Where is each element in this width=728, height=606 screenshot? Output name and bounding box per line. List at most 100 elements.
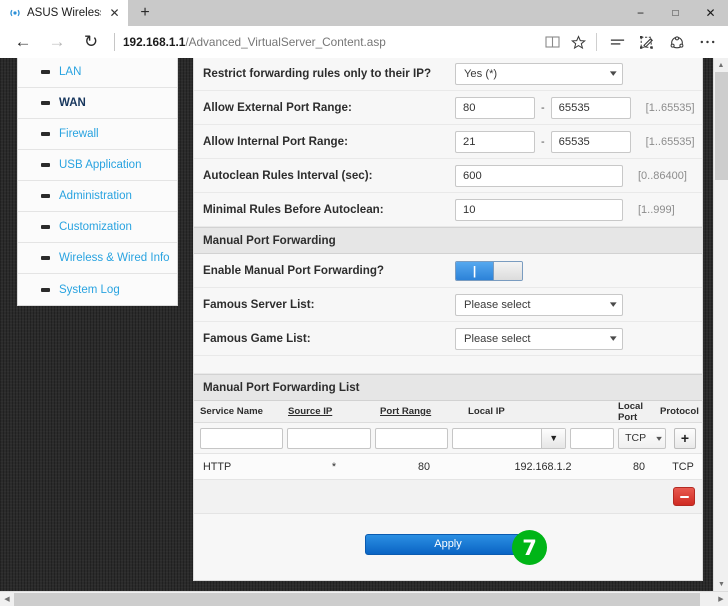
- column-local-ip: Local IP: [468, 406, 505, 417]
- page-horizontal-scrollbar[interactable]: ◀ ▶: [0, 591, 728, 606]
- favorites-star-icon[interactable]: [565, 27, 591, 57]
- sidebar-item-label: Customization: [59, 221, 132, 233]
- reading-view-icon[interactable]: [539, 27, 565, 57]
- sidebar-item-system-log[interactable]: System Log: [18, 274, 177, 305]
- external-port-range-label: Allow External Port Range:: [203, 101, 352, 114]
- section-spacer: [194, 356, 702, 374]
- toggle-on-side: |: [456, 261, 494, 280]
- window-controls: − □ ✕: [623, 0, 728, 26]
- step-callout-badge: 7: [512, 530, 547, 565]
- bullet-dash-icon: [41, 163, 50, 167]
- range-separator: -: [541, 135, 545, 148]
- external-port-to-input[interactable]: 65535: [550, 96, 631, 119]
- scroll-right-arrow-icon[interactable]: ▶: [714, 592, 728, 606]
- bullet-dash-icon: [41, 101, 50, 105]
- toggle-off-side: [494, 261, 522, 280]
- hub-icon[interactable]: [602, 27, 632, 57]
- sidebar-item-lan[interactable]: LAN: [18, 58, 177, 88]
- tab-close-icon[interactable]: ✕: [107, 6, 122, 21]
- tab-strip: ASUS Wireless Router - ✕ + − □ ✕: [0, 0, 728, 26]
- address-host: 192.168.1.1: [123, 35, 186, 49]
- famous-game-list-select[interactable]: Please select ▾: [455, 327, 623, 350]
- internal-port-from-input[interactable]: 21: [455, 130, 535, 153]
- scroll-left-arrow-icon[interactable]: ◀: [0, 592, 14, 606]
- address-divider: [114, 33, 115, 51]
- navigation-bar: ← → ↻ 192.168.1.1/Advanced_VirtualServer…: [0, 26, 728, 58]
- forward-icon[interactable]: →: [40, 27, 74, 57]
- window-close-button[interactable]: ✕: [693, 0, 728, 26]
- autoclean-interval-input[interactable]: 600: [455, 164, 623, 187]
- chevron-down-icon[interactable]: ▼: [541, 428, 566, 448]
- row-internal-port-range: Allow Internal Port Range: 21 - 65535 [1…: [194, 125, 702, 159]
- new-source-ip-input[interactable]: [286, 427, 371, 449]
- new-tab-button[interactable]: +: [128, 0, 162, 26]
- sidebar-item-label: LAN: [59, 66, 82, 78]
- scroll-up-arrow-icon[interactable]: ▲: [714, 58, 728, 72]
- chevron-down-icon: ▾: [656, 433, 662, 443]
- bullet-dash-icon: [41, 132, 50, 136]
- share-icon[interactable]: [662, 27, 692, 57]
- table-row[interactable]: HTTP * 80 192.168.1.2 80 TCP: [194, 454, 702, 480]
- apply-button[interactable]: Apply: [365, 533, 531, 555]
- column-source-ip: Source IP: [288, 406, 333, 417]
- row-external-port-range: Allow External Port Range: 80 - 65535 [1…: [194, 91, 702, 125]
- page-vertical-scrollbar[interactable]: ▲ ▼: [713, 58, 728, 591]
- manual-port-forwarding-list-header: Manual Port Forwarding List: [194, 374, 702, 401]
- row-restrict-forwarding: Restrict forwarding rules only to their …: [194, 58, 702, 91]
- autoclean-interval-label: Autoclean Rules Interval (sec):: [203, 169, 373, 182]
- sidebar-item-label: Wireless & Wired Info: [59, 252, 170, 264]
- tab-title: ASUS Wireless Router -: [27, 7, 101, 19]
- delete-rule-button[interactable]: [673, 487, 695, 506]
- bullet-dash-icon: [41, 287, 50, 292]
- web-notes-icon[interactable]: [632, 27, 662, 57]
- add-rule-button[interactable]: +: [674, 427, 696, 449]
- new-local-ip-input[interactable]: [453, 429, 541, 448]
- manual-port-forwarding-header: Manual Port Forwarding: [194, 227, 702, 254]
- sidebar-item-wan[interactable]: WAN: [18, 88, 177, 119]
- window-minimize-button[interactable]: −: [623, 0, 658, 26]
- sidebar-item-usb-application[interactable]: USB Application: [18, 150, 177, 181]
- restrict-forwarding-label: Restrict forwarding rules only to their …: [203, 67, 432, 80]
- horizontal-scroll-thumb[interactable]: [14, 593, 700, 606]
- new-service-name-input[interactable]: [200, 427, 283, 449]
- scroll-down-arrow-icon[interactable]: ▼: [714, 577, 728, 591]
- browser-tab-asus-router[interactable]: ASUS Wireless Router - ✕: [0, 0, 128, 26]
- cell-source-ip: *: [331, 460, 337, 473]
- chevron-down-icon: ▾: [610, 333, 618, 343]
- bullet-dash-icon: [41, 225, 50, 229]
- new-port-range-input[interactable]: [374, 427, 449, 449]
- new-local-port-input[interactable]: [570, 427, 615, 449]
- sidebar-item-firewall[interactable]: Firewall: [18, 119, 177, 150]
- cell-protocol: TCP: [672, 460, 694, 473]
- page-viewport: LAN WAN Firewall USB Application Adminis…: [0, 58, 728, 606]
- famous-server-list-select[interactable]: Please select ▾: [455, 293, 623, 316]
- internal-port-to-input[interactable]: 65535: [550, 130, 631, 153]
- sidebar-item-label: Administration: [59, 190, 132, 202]
- row-famous-server-list: Famous Server List: Please select ▾: [194, 288, 702, 322]
- more-icon[interactable]: [692, 27, 722, 57]
- minus-icon: [679, 495, 689, 498]
- new-local-ip-combo[interactable]: ▼: [452, 427, 567, 449]
- sidebar-item-label: System Log: [59, 283, 120, 296]
- restrict-forwarding-value: Yes (*): [464, 67, 498, 80]
- vertical-scroll-thumb[interactable]: [715, 72, 728, 180]
- restrict-forwarding-select[interactable]: Yes (*) ▾: [455, 62, 623, 85]
- enable-manual-forwarding-toggle[interactable]: |: [455, 260, 523, 281]
- sidebar-item-administration[interactable]: Administration: [18, 181, 177, 212]
- famous-server-list-label: Famous Server List:: [203, 298, 315, 311]
- minimal-rules-input[interactable]: 10: [455, 198, 623, 221]
- row-minimal-rules: Minimal Rules Before Autoclean: 10 [1..9…: [194, 193, 702, 227]
- sidebar-item-label: Firewall: [59, 128, 99, 140]
- sidebar-item-customization[interactable]: Customization: [18, 212, 177, 243]
- address-bar[interactable]: 192.168.1.1/Advanced_VirtualServer_Conte…: [123, 35, 539, 49]
- toolbar-divider: [596, 33, 597, 51]
- new-protocol-select[interactable]: TCP ▾: [618, 427, 667, 449]
- internal-port-hint: [1..65535]: [645, 135, 695, 148]
- apply-section: Apply 7: [194, 514, 702, 574]
- new-protocol-value: TCP: [625, 432, 647, 444]
- window-maximize-button[interactable]: □: [658, 0, 693, 26]
- external-port-from-input[interactable]: 80: [455, 96, 535, 119]
- back-icon[interactable]: ←: [6, 27, 40, 57]
- sidebar-item-wireless-wired-info[interactable]: Wireless & Wired Info: [18, 243, 177, 274]
- reload-icon[interactable]: ↻: [74, 27, 108, 57]
